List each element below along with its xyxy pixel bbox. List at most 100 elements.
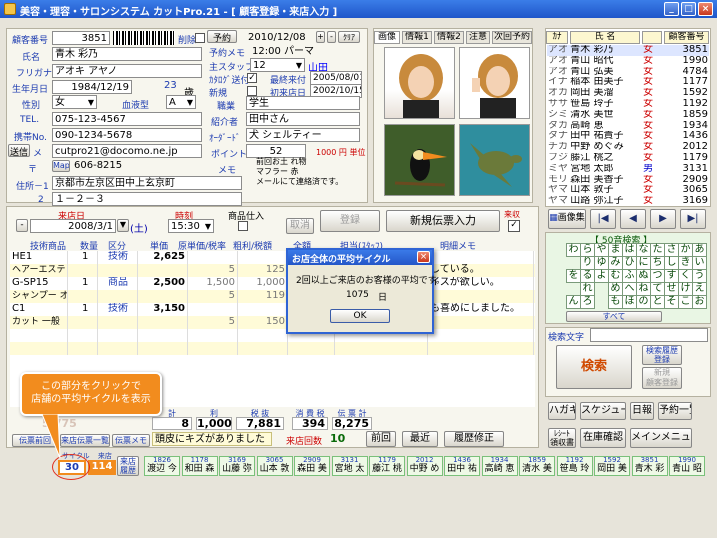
sales-cell-profit[interactable] [240, 329, 288, 342]
list-item[interactable]: シミ 清水 美世 女 1859 [547, 110, 709, 121]
kana-key[interactable]: ま [608, 243, 623, 257]
list-item[interactable]: ササ 笹島 玲子 女 1192 [547, 99, 709, 110]
sales-cell-memo[interactable] [430, 342, 534, 355]
recent-customer[interactable]: 1826 渡辺 今 [144, 456, 180, 476]
name-field[interactable]: 青木 彩乃 [52, 47, 202, 61]
search-text-field[interactable] [590, 328, 708, 342]
sales-cell-qty[interactable]: 1 [82, 251, 98, 264]
sales-cell-cat[interactable] [108, 264, 138, 277]
blood-select[interactable]: A ▼ [166, 95, 196, 109]
kana-key[interactable]: ほ [622, 295, 637, 309]
kana-key[interactable]: ち [650, 256, 665, 270]
recent-customer[interactable]: 3851 青木 彩 [631, 456, 668, 476]
sales-cell-code[interactable]: シャンプー オリジナル [12, 290, 68, 303]
sales-cell-code[interactable] [12, 342, 68, 355]
sales-cell-code[interactable] [12, 329, 68, 342]
maximize-button[interactable]: □ [681, 2, 696, 16]
schedule-button[interactable]: スケジュール [580, 402, 626, 420]
kana-key[interactable]: の [636, 295, 651, 309]
sales-cell-code[interactable]: カット 一般 [12, 316, 68, 329]
sales-cell-profit[interactable]: 125 [240, 264, 288, 277]
kana-key[interactable]: と [650, 295, 665, 309]
sales-cell-cost[interactable]: 5 [190, 290, 238, 303]
list-item[interactable]: オカ 岡田 美溜 女 1592 [547, 88, 709, 99]
list-item[interactable]: モリ 森田 美香子 女 2909 [547, 175, 709, 186]
list-item[interactable]: タカ 高崎 恵 女 1934 [547, 121, 709, 132]
date-dropdown-button[interactable]: ▼ [117, 219, 129, 232]
customer-photo-2[interactable] [459, 47, 530, 119]
kana-key[interactable]: た [650, 243, 665, 257]
latest-visit-button[interactable]: 最近 [402, 431, 438, 447]
tab-image[interactable]: 画像 [374, 31, 400, 44]
sales-row[interactable] [10, 329, 535, 342]
intro-field[interactable]: 田中さん [246, 112, 360, 126]
sales-cell-price[interactable]: 2,500 [148, 277, 188, 290]
list-item[interactable]: アオ 青木 彩乃 女 3851 [547, 45, 709, 56]
kana-key[interactable]: り [580, 256, 595, 270]
close-button[interactable]: × [698, 2, 713, 16]
sales-row[interactable]: C1 1 技術 3,150 も喜めにしました。 [10, 303, 535, 316]
sales-cell-cat[interactable]: 商品 [108, 277, 138, 290]
delete-checkbox[interactable] [195, 33, 205, 43]
memo-field[interactable]: 前回お土 れ物 マフラー 赤 メールにて連絡済です。 [256, 157, 361, 197]
minimize-button[interactable]: _ [664, 2, 679, 16]
sales-cell-profit[interactable]: 1,000 [240, 277, 288, 290]
sales-cell-memo[interactable] [430, 316, 534, 329]
register-button[interactable]: 登録 [320, 210, 380, 232]
recent-customer[interactable]: 2012 中野 め [406, 456, 443, 476]
kana-key[interactable]: て [650, 282, 665, 296]
sales-cell-qty[interactable]: 1 [82, 303, 98, 316]
list-item[interactable]: ミヤ 宮地 太郎 男 3131 [547, 164, 709, 175]
sales-cell-price[interactable] [148, 290, 188, 303]
sales-cell-qty[interactable] [82, 290, 98, 303]
sales-row[interactable] [10, 342, 535, 355]
list-item[interactable]: ヤマ 山本 敦子 女 3065 [547, 185, 709, 196]
recent-customer[interactable]: 1592 岡田 美 [594, 456, 630, 476]
sales-cell-cost[interactable] [190, 303, 238, 316]
kana-key[interactable]: こ [678, 295, 693, 309]
recent-customer[interactable]: 1990 青山 昭 [669, 456, 705, 476]
sales-cell-qty[interactable] [82, 316, 98, 329]
list-item[interactable]: イナ 稲本 由美子 女 1177 [547, 77, 709, 88]
kana-key[interactable]: ふ [622, 269, 637, 283]
dialog-ok-button[interactable]: OK [330, 309, 390, 323]
first-record-button[interactable]: |◀ [590, 209, 616, 229]
sales-cell-price[interactable] [148, 342, 188, 355]
slip-memo-button[interactable]: 伝票メモ [112, 434, 150, 447]
sales-cell-memo[interactable]: も喜めにしました。 [430, 303, 534, 316]
recent-customer[interactable]: 3169 山藤 弥 [219, 456, 255, 476]
recent-customer[interactable]: 1859 清水 美 [519, 456, 555, 476]
mail-send-button[interactable]: 送信 [8, 144, 30, 157]
daily-report-button[interactable]: 日報 [630, 402, 654, 420]
recent-customer[interactable]: 1934 高崎 恵 [481, 456, 518, 476]
list-item[interactable]: チカ 中野 めぐみ 女 2012 [547, 142, 709, 153]
sales-cell-qty[interactable] [82, 264, 98, 277]
sales-row[interactable]: ヘアーエステ ショート 5125 している。 [10, 264, 535, 277]
date-prev-button[interactable]: - [16, 219, 28, 232]
sales-cell-memo[interactable] [430, 251, 534, 264]
sales-cell-cost[interactable] [190, 342, 238, 355]
kana-key[interactable]: ひ [622, 256, 637, 270]
kana-key[interactable]: よ [594, 269, 609, 283]
sales-cell-cost[interactable] [190, 329, 238, 342]
sales-row[interactable]: G-SP15 1 商品 2,500 1,500 1,000 イスが欲しい。 [10, 277, 535, 290]
point-field[interactable]: 52 [246, 144, 306, 158]
history-edit-button[interactable]: 履歴修正 [444, 431, 504, 447]
turtle-photo[interactable] [459, 124, 530, 196]
recent-customer[interactable]: 1192 笹島 玲 [556, 456, 593, 476]
kana-key[interactable]: え [692, 282, 707, 296]
sales-row[interactable]: HE1 1 技術 2,625 [10, 251, 535, 264]
prev-visit-button[interactable]: 前回 [366, 431, 396, 447]
reserve-button[interactable]: 予約 [207, 30, 237, 43]
done-checkbox[interactable]: ✓ [508, 220, 520, 232]
kana-key[interactable]: へ [622, 282, 637, 296]
next-record-button[interactable]: ▶ [650, 209, 676, 229]
kana-key[interactable]: ら [580, 243, 595, 257]
sales-cell-price[interactable] [148, 329, 188, 342]
reserve-memo-field[interactable]: 12:00 パーマ [250, 45, 360, 59]
sales-cell-price[interactable]: 2,625 [148, 251, 188, 264]
kana-key[interactable]: め [608, 282, 623, 296]
sales-cell-code[interactable]: HE1 [12, 251, 68, 264]
slip-memo-field[interactable]: 頭皮にキズがありました [152, 432, 272, 446]
sales-cell-memo[interactable]: している。 [430, 264, 534, 277]
